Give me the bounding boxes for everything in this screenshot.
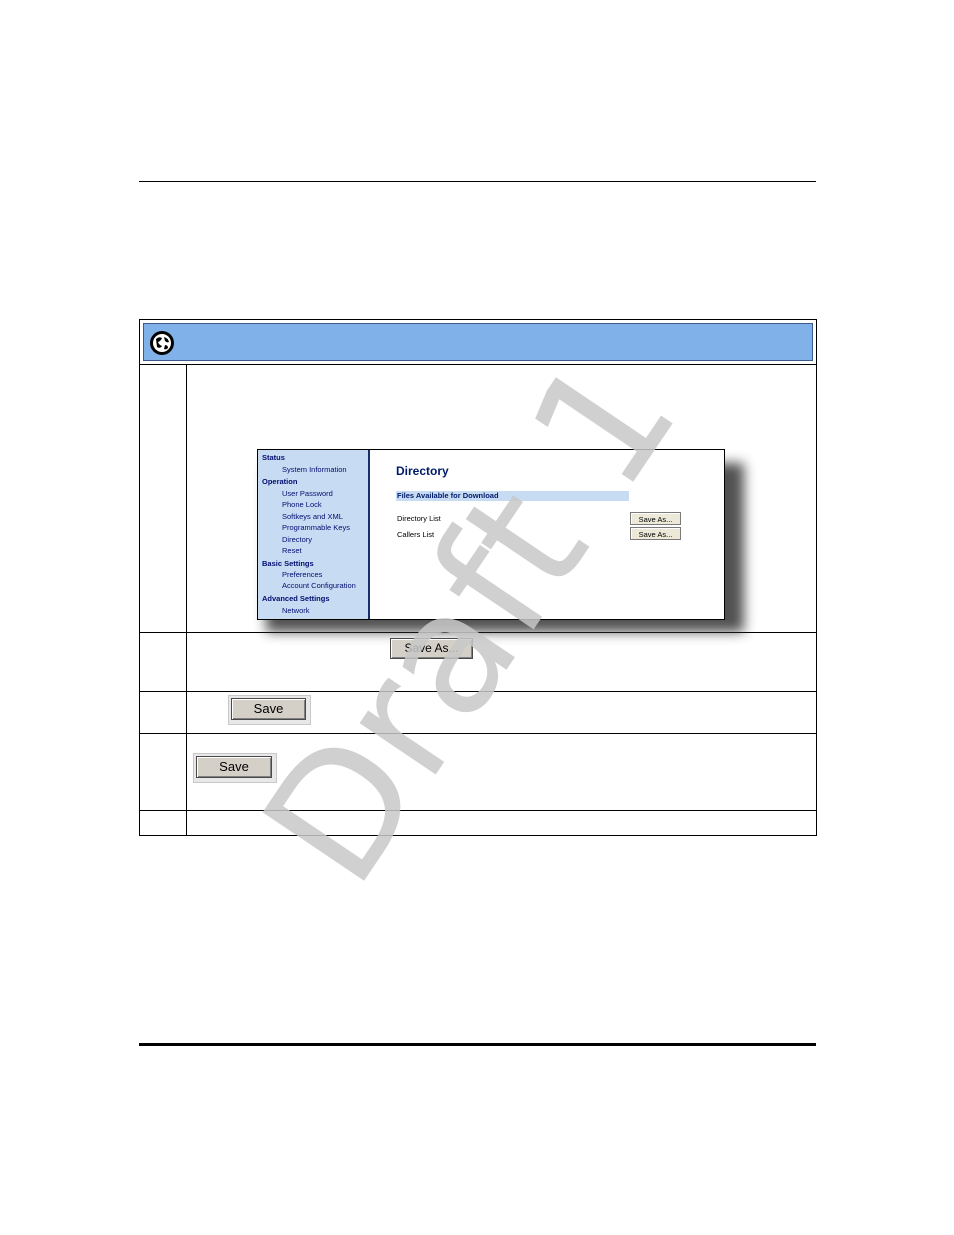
nav-item-user-password[interactable]: User Password	[282, 489, 333, 498]
step-number-column-divider	[186, 365, 187, 835]
bottom-rule	[139, 1043, 816, 1046]
procedure-body: Status System Information Operation User…	[139, 365, 817, 836]
callers-list-save-as-button[interactable]: Save As...	[630, 527, 681, 540]
nav-item-directory[interactable]: Directory	[282, 535, 312, 544]
procedure-table: Status System Information Operation User…	[139, 319, 817, 836]
nav-heading-advanced-settings[interactable]: Advanced Settings	[262, 594, 330, 603]
section-header: Files Available for Download	[396, 491, 629, 501]
directory-list-save-as-button[interactable]: Save As...	[630, 512, 681, 525]
procedure-header	[139, 319, 817, 365]
embedded-web-ui: Status System Information Operation User…	[257, 449, 725, 620]
nav-item-phone-lock[interactable]: Phone Lock	[282, 500, 322, 509]
globe-icon	[150, 331, 174, 355]
page-title: Directory	[396, 464, 449, 478]
nav-item-system-information[interactable]: System Information	[282, 465, 347, 474]
nav-item-preferences[interactable]: Preferences	[282, 570, 322, 579]
save-button[interactable]: Save	[231, 698, 306, 720]
nav-heading-basic-settings[interactable]: Basic Settings	[262, 559, 314, 568]
web-ui-content: Directory Files Available for Download D…	[370, 450, 724, 619]
nav-heading-status[interactable]: Status	[262, 453, 285, 462]
top-rule	[139, 181, 816, 182]
nav-item-account-configuration[interactable]: Account Configuration	[282, 581, 356, 590]
web-ui-sidebar: Status System Information Operation User…	[258, 450, 370, 619]
procedure-header-band	[143, 323, 813, 361]
callers-list-label: Callers List	[397, 530, 435, 539]
row-divider	[140, 733, 816, 734]
nav-item-programmable-keys[interactable]: Programmable Keys	[282, 523, 350, 532]
directory-list-label: Directory List	[397, 514, 441, 523]
save-button-step-4[interactable]: Save	[196, 756, 272, 778]
row-divider	[140, 810, 816, 811]
row-divider	[140, 632, 816, 633]
nav-item-softkeys-and-xml[interactable]: Softkeys and XML	[282, 512, 343, 521]
nav-item-network[interactable]: Network	[282, 606, 310, 615]
save-as-button[interactable]: Save As...	[390, 638, 473, 659]
nav-item-reset[interactable]: Reset	[282, 546, 302, 555]
row-divider	[140, 691, 816, 692]
nav-heading-operation[interactable]: Operation	[262, 477, 297, 486]
